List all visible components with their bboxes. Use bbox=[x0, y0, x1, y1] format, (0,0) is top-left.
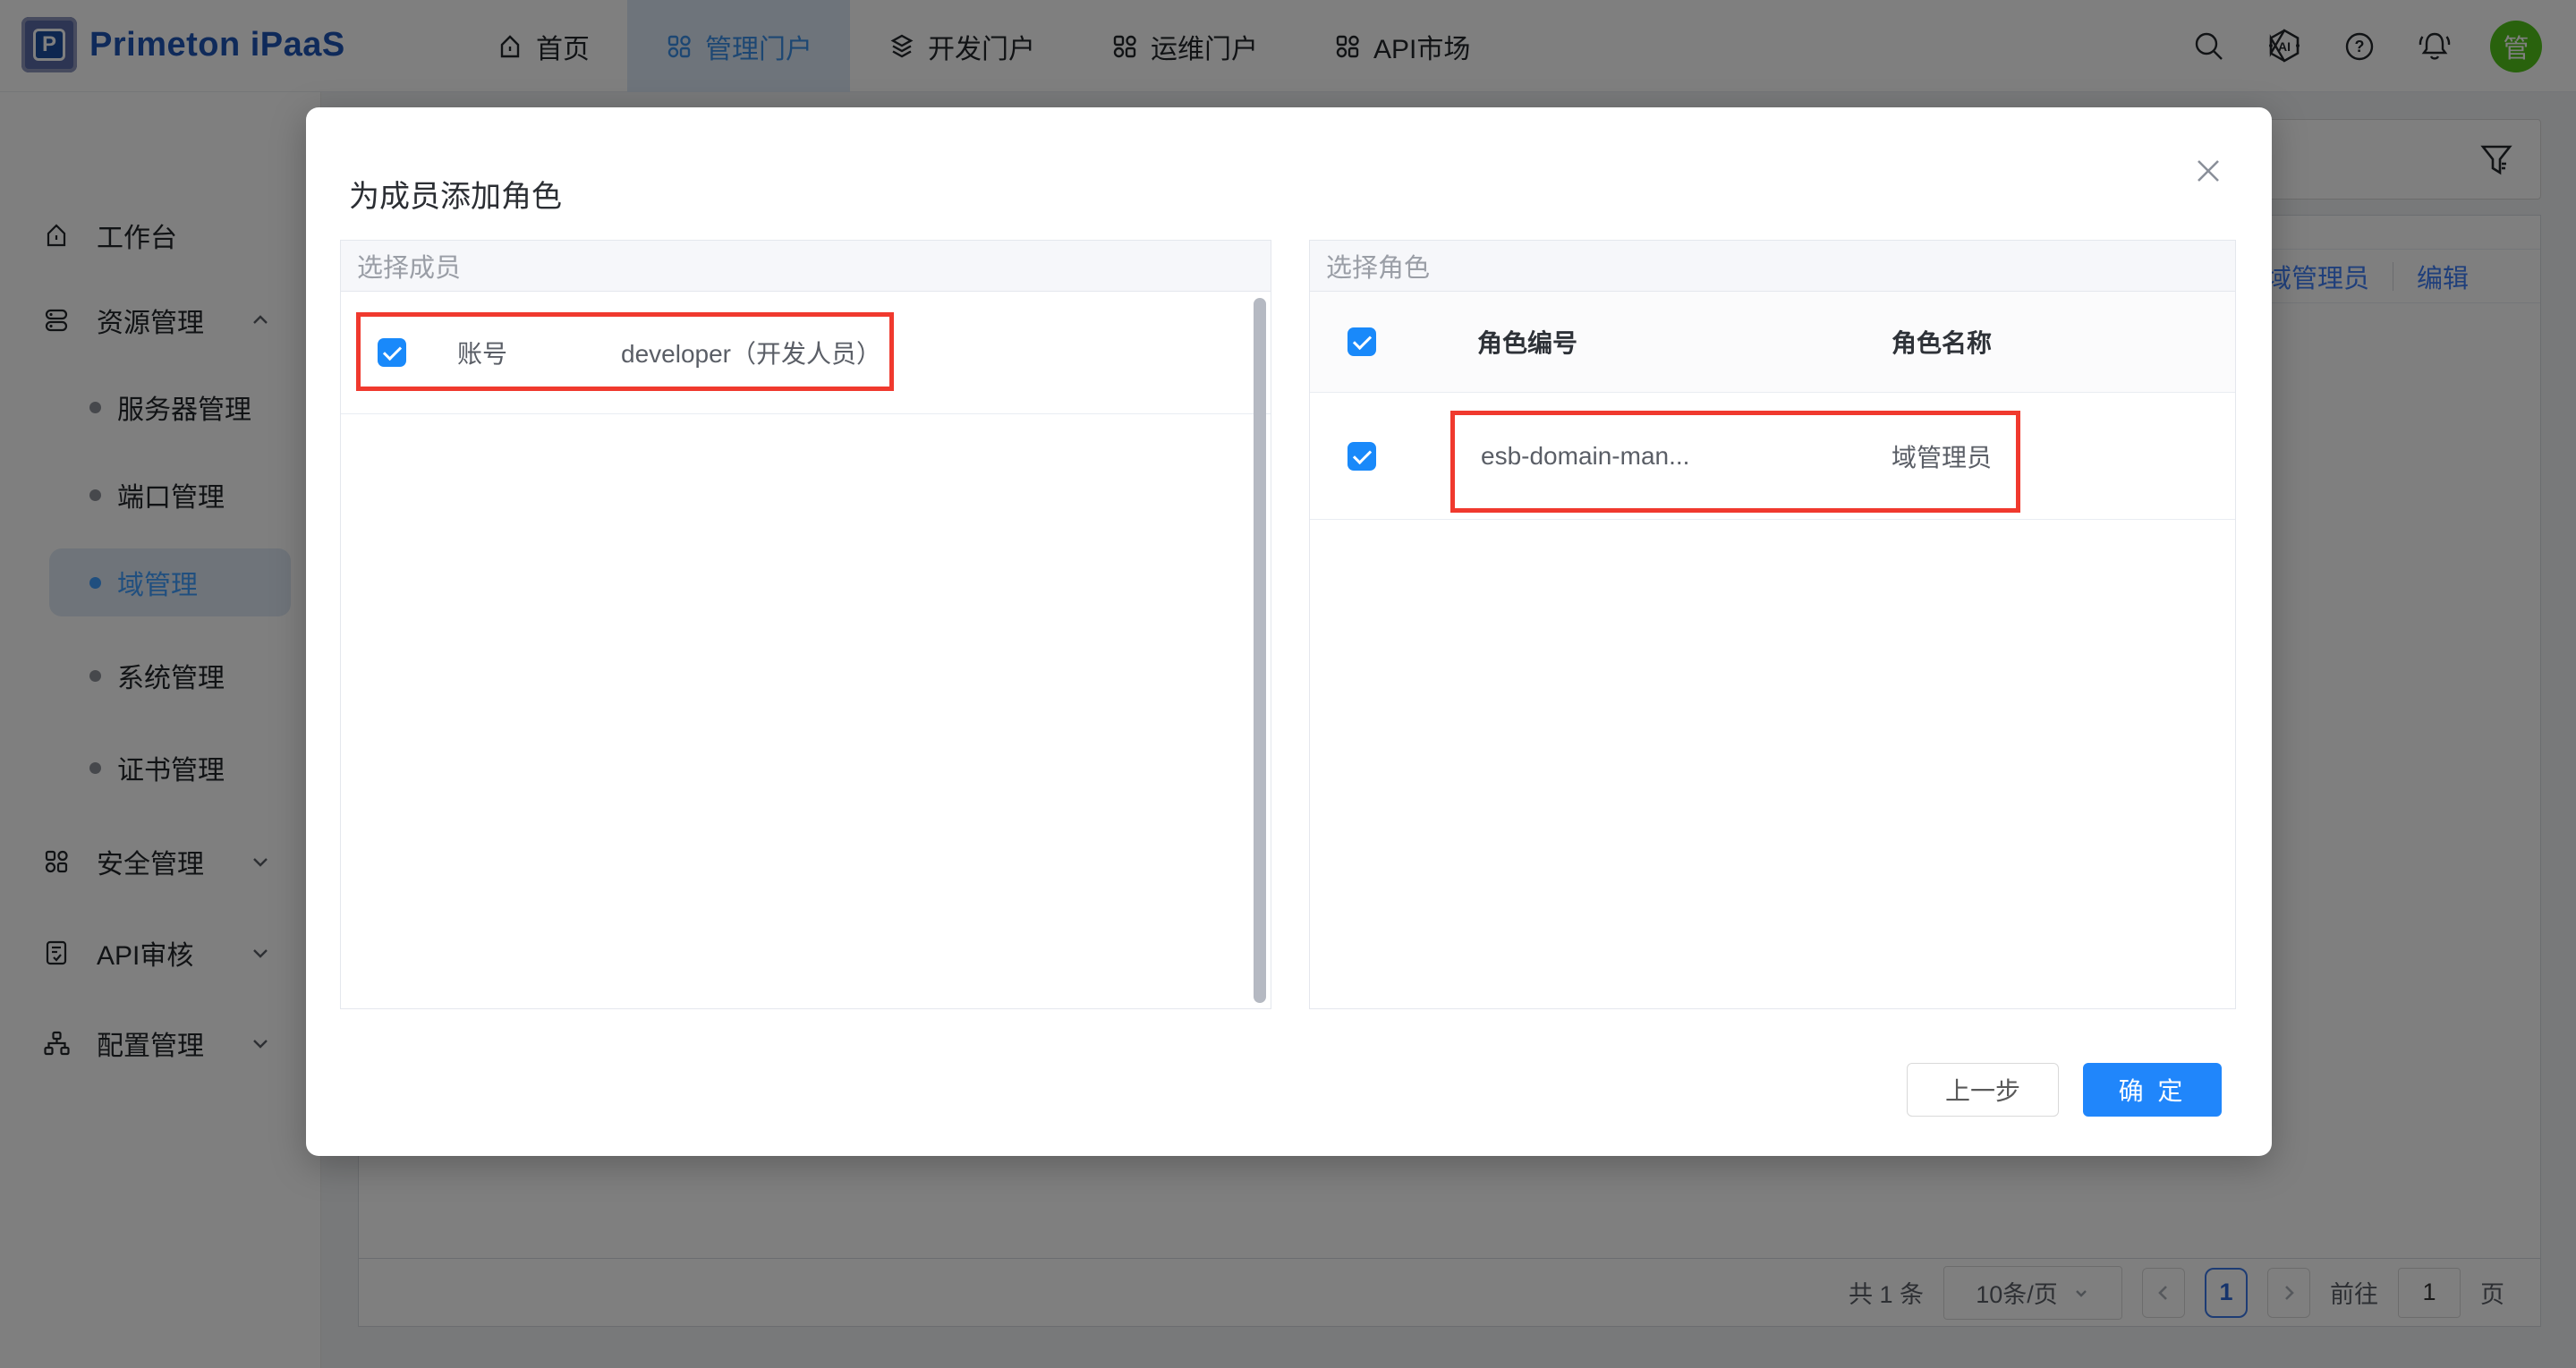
select-member-panel: 选择成员 账号 developer（开发人员） bbox=[340, 240, 1271, 1009]
select-member-header: 选择成员 bbox=[341, 241, 1271, 292]
member-row[interactable]: 账号 developer（开发人员） bbox=[341, 292, 1271, 414]
select-all-checkbox[interactable] bbox=[1348, 327, 1376, 356]
member-checkbox[interactable] bbox=[378, 338, 406, 367]
confirm-button[interactable]: 确 定 bbox=[2083, 1063, 2222, 1117]
close-icon[interactable] bbox=[2191, 154, 2225, 188]
role-code-cell: esb-domain-man... bbox=[1481, 442, 1689, 471]
add-role-dialog: 为成员添加角色 选择成员 账号 developer（开发人员） 选择角色 角色编… bbox=[306, 107, 2272, 1156]
scrollbar-thumb[interactable] bbox=[1254, 298, 1266, 1003]
role-table-header-row: 角色编号 角色名称 bbox=[1310, 292, 2235, 393]
member-value: developer（开发人员） bbox=[621, 335, 881, 370]
role-name-cell: 域管理员 bbox=[1892, 438, 1992, 474]
role-name-column-header: 角色名称 bbox=[1892, 324, 1992, 360]
select-role-panel: 选择角色 角色编号 角色名称 esb-domain-man... 域管理员 bbox=[1309, 240, 2236, 1009]
member-label: 账号 bbox=[457, 335, 507, 370]
role-row[interactable]: esb-domain-man... 域管理员 bbox=[1310, 393, 2235, 520]
role-checkbox[interactable] bbox=[1348, 442, 1376, 471]
role-table: 角色编号 角色名称 esb-domain-man... 域管理员 bbox=[1310, 292, 2235, 1008]
previous-step-button[interactable]: 上一步 bbox=[1907, 1063, 2059, 1117]
role-code-column-header: 角色编号 bbox=[1477, 324, 1577, 360]
dialog-title: 为成员添加角色 bbox=[349, 172, 562, 216]
member-list-scrollbar bbox=[1254, 298, 1266, 1003]
dialog-footer: 上一步 确 定 bbox=[1907, 1063, 2222, 1117]
member-list: 账号 developer（开发人员） bbox=[341, 292, 1271, 1008]
select-role-header: 选择角色 bbox=[1310, 241, 2235, 292]
